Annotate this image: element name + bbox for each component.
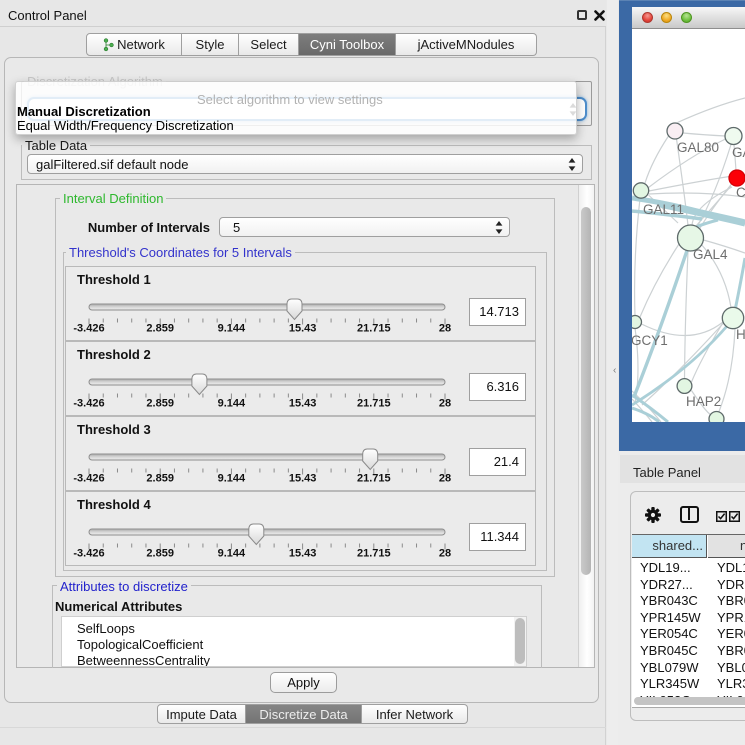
svg-text:-3.426: -3.426 bbox=[73, 398, 104, 410]
svg-text:-3.426: -3.426 bbox=[73, 548, 104, 560]
svg-text:21.715: 21.715 bbox=[357, 398, 391, 410]
svg-text:21.715: 21.715 bbox=[357, 548, 391, 560]
svg-text:28: 28 bbox=[439, 473, 451, 485]
svg-text:15.43: 15.43 bbox=[289, 398, 317, 410]
svg-text:C: C bbox=[736, 185, 745, 200]
svg-text:15.43: 15.43 bbox=[289, 473, 317, 485]
svg-text:21.715: 21.715 bbox=[357, 323, 391, 335]
svg-text:21.715: 21.715 bbox=[357, 473, 391, 485]
svg-text:2.859: 2.859 bbox=[146, 548, 174, 560]
svg-text:15.43: 15.43 bbox=[289, 323, 317, 335]
svg-text:9.144: 9.144 bbox=[218, 323, 246, 335]
svg-text:GCY1: GCY1 bbox=[632, 333, 668, 348]
svg-text:GAL11: GAL11 bbox=[643, 202, 684, 217]
svg-text:-3.426: -3.426 bbox=[73, 473, 104, 485]
svg-text:28: 28 bbox=[439, 323, 451, 335]
svg-text:15.43: 15.43 bbox=[289, 548, 317, 560]
svg-text:28: 28 bbox=[439, 398, 451, 410]
svg-text:GA: GA bbox=[732, 145, 745, 160]
svg-text:28: 28 bbox=[439, 548, 451, 560]
svg-text:2.859: 2.859 bbox=[146, 473, 174, 485]
svg-text:9.144: 9.144 bbox=[218, 398, 246, 410]
svg-text:2.859: 2.859 bbox=[146, 398, 174, 410]
svg-text:9.144: 9.144 bbox=[218, 548, 246, 560]
svg-text:2.859: 2.859 bbox=[146, 323, 174, 335]
svg-text:-3.426: -3.426 bbox=[73, 323, 104, 335]
svg-text:GAL80: GAL80 bbox=[677, 140, 719, 155]
svg-text:H: H bbox=[736, 327, 745, 342]
svg-text:GAL4: GAL4 bbox=[693, 247, 728, 262]
svg-text:9.144: 9.144 bbox=[218, 473, 246, 485]
svg-text:HAP2: HAP2 bbox=[686, 394, 721, 409]
